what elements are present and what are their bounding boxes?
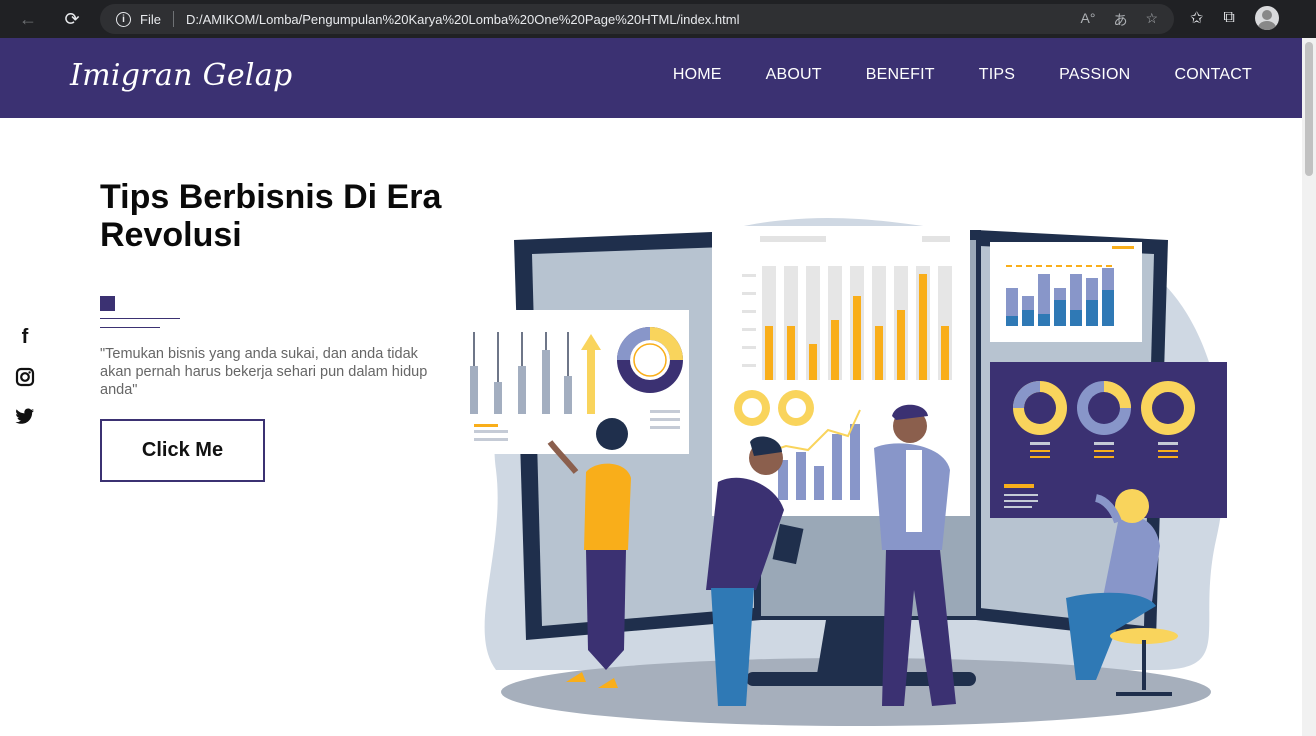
business-analytics-illustration — [456, 217, 1227, 726]
nav-passion[interactable]: PASSION — [1059, 66, 1130, 84]
favorites-icon[interactable]: ✩ — [1190, 8, 1203, 28]
decorative-square — [100, 296, 115, 311]
hero-title: Tips Berbisnis Di Era Revolusi — [100, 178, 442, 255]
back-icon[interactable]: ← — [15, 6, 41, 32]
decorative-line — [100, 327, 160, 328]
address-scheme: File — [140, 11, 161, 27]
site-header: Imigran Gelap HOME ABOUT BENEFIT TIPS PA… — [0, 38, 1302, 118]
brand-logo[interactable]: Imigran Gelap — [70, 58, 292, 93]
hero-quote: "Temukan bisnis yang anda sukai, dan and… — [100, 346, 428, 398]
page-scrollbar[interactable] — [1302, 38, 1316, 736]
main-nav: HOME ABOUT BENEFIT TIPS PASSION CONTACT — [673, 66, 1252, 84]
nav-about[interactable]: ABOUT — [766, 66, 822, 84]
nav-contact[interactable]: CONTACT — [1174, 66, 1252, 84]
twitter-icon[interactable] — [14, 406, 36, 428]
nav-benefit[interactable]: BENEFIT — [866, 66, 935, 84]
reload-icon[interactable]: ⟳ — [59, 6, 85, 32]
instagram-icon[interactable] — [14, 366, 36, 388]
profile-avatar-icon[interactable] — [1254, 6, 1279, 30]
scrollbar-thumb[interactable] — [1305, 42, 1313, 176]
address-actions: A° あ ☆ — [1081, 10, 1159, 30]
browser-toolbar: ← ⟳ i File D:/AMIKOM/Lomba/Pengumpulan%2… — [0, 0, 1316, 38]
address-url[interactable]: D:/AMIKOM/Lomba/Pengumpulan%20Karya%20Lo… — [186, 12, 740, 27]
translate-icon[interactable]: あ — [1113, 10, 1127, 30]
social-links: f — [14, 326, 36, 428]
collections-icon[interactable]: ⧉ — [1223, 9, 1234, 27]
nav-tips[interactable]: TIPS — [979, 66, 1015, 84]
address-separator — [172, 11, 174, 27]
nav-home[interactable]: HOME — [673, 66, 722, 84]
click-me-button[interactable]: Click Me — [100, 419, 265, 482]
decorative-line — [100, 318, 180, 319]
toolbar-icons: ✩ ⧉ — [1176, 6, 1316, 30]
address-bar[interactable]: i File D:/AMIKOM/Lomba/Pengumpulan%20Kar… — [100, 4, 1174, 34]
add-favorite-icon[interactable]: ☆ — [1145, 10, 1158, 30]
info-icon[interactable]: i — [116, 11, 131, 27]
facebook-icon[interactable]: f — [14, 326, 36, 348]
read-aloud-icon[interactable]: A° — [1081, 10, 1096, 30]
